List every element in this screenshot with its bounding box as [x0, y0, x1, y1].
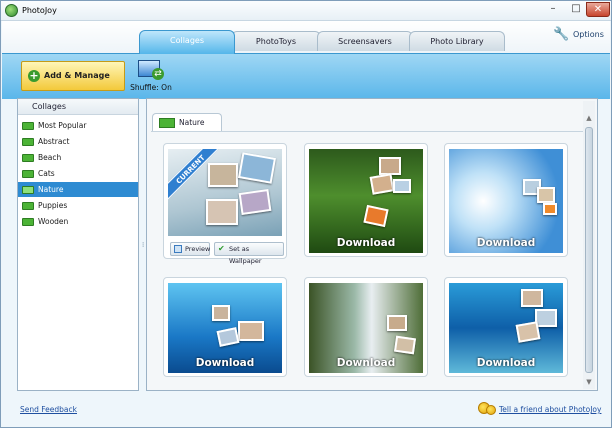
- folder-icon: [22, 122, 34, 130]
- vertical-scrollbar[interactable]: ▲ ▼: [583, 101, 595, 389]
- category-label: Wooden: [38, 217, 69, 226]
- folder-icon: [22, 218, 34, 226]
- category-item-nature[interactable]: Nature: [18, 182, 138, 197]
- options-label: Options: [573, 30, 604, 39]
- preview-button[interactable]: Preview: [170, 242, 210, 256]
- collage-card-waterfall[interactable]: Download: [304, 277, 428, 377]
- download-overlay[interactable]: Download: [449, 357, 563, 369]
- collage-card-sky[interactable]: Download: [444, 143, 568, 257]
- tab-phototoys[interactable]: PhotoToys: [231, 31, 321, 51]
- collage-thumbnail: Download: [449, 283, 563, 373]
- tab-collages[interactable]: Collages: [139, 30, 235, 54]
- title-bar: PhotoJoy – □ ✕: [1, 1, 611, 21]
- photo-frame: [535, 309, 557, 327]
- folder-icon: [22, 154, 34, 162]
- folder-icon: [22, 138, 34, 146]
- photo-frame: [521, 289, 543, 307]
- folder-open-icon: [22, 186, 34, 194]
- preview-icon: [174, 245, 182, 253]
- photo-frame: [363, 204, 389, 228]
- panel-splitter[interactable]: ⁞: [142, 241, 144, 249]
- category-label: Nature: [38, 185, 64, 194]
- shuffle-label: Shuffle: On: [130, 83, 172, 92]
- gallery-tab-label: Nature: [179, 118, 205, 127]
- photo-frame: [206, 199, 238, 225]
- photo-frame: [208, 163, 238, 187]
- scroll-up-arrow-icon[interactable]: ▲: [584, 113, 594, 123]
- app-window: PhotoJoy – □ ✕ 🔧 Options Collages PhotoTo…: [0, 0, 612, 428]
- tab-photo-library[interactable]: Photo Library: [409, 31, 505, 51]
- photo-frame: [543, 203, 557, 215]
- category-label: Beach: [38, 153, 62, 162]
- category-label: Puppies: [38, 201, 68, 210]
- checkmark-icon: ✔: [218, 244, 225, 253]
- photo-frame: [238, 152, 276, 184]
- window-title: PhotoJoy: [22, 6, 57, 15]
- download-overlay[interactable]: Download: [449, 237, 563, 249]
- category-item-abstract[interactable]: Abstract: [18, 134, 138, 149]
- collage-thumbnail: Download: [309, 283, 423, 373]
- collage-card-current[interactable]: CURRENT Preview ✔ Set as Wallpaper: [163, 143, 287, 265]
- minimize-button[interactable]: –: [541, 2, 565, 17]
- photo-frame: [369, 173, 395, 195]
- download-overlay[interactable]: Download: [168, 357, 282, 369]
- photo-frame: [216, 327, 240, 347]
- collage-thumbnail: Download: [168, 283, 282, 373]
- set-as-wallpaper-label: Set as Wallpaper: [229, 245, 262, 265]
- photojoy-app-icon: [5, 4, 18, 17]
- options-button[interactable]: 🔧 Options: [553, 25, 604, 45]
- preview-label: Preview: [185, 245, 211, 253]
- folder-icon: [22, 170, 34, 178]
- photo-frame: [537, 187, 555, 203]
- collage-card-ocean[interactable]: Download: [444, 277, 568, 377]
- folder-open-icon: [159, 118, 175, 128]
- wrench-icon: 🔧: [553, 26, 570, 42]
- category-label: Most Popular: [38, 121, 87, 130]
- plus-icon: +: [28, 69, 40, 82]
- close-button[interactable]: ✕: [586, 2, 610, 17]
- photo-frame: [393, 179, 411, 193]
- collage-card-forest[interactable]: Download: [304, 143, 428, 257]
- collage-gallery-panel: Nature ▲ ▼ CURRENT Preview ✔ Set as Wall…: [146, 98, 598, 391]
- photo-frame: [238, 321, 264, 341]
- photo-frame: [387, 315, 407, 331]
- tab-screensavers[interactable]: Screensavers: [317, 31, 413, 51]
- category-label: Cats: [38, 169, 55, 178]
- photo-frame: [393, 335, 417, 355]
- download-overlay[interactable]: Download: [309, 237, 423, 249]
- photo-frame: [238, 189, 272, 215]
- folder-icon: [22, 202, 34, 210]
- collage-card-underwater[interactable]: Download: [163, 277, 287, 377]
- send-feedback-link[interactable]: Send Feedback: [20, 405, 77, 414]
- category-item-puppies[interactable]: Puppies: [18, 198, 138, 213]
- maximize-button[interactable]: □: [564, 2, 588, 17]
- category-label: Abstract: [38, 137, 70, 146]
- tell-a-friend-link[interactable]: Tell a friend about PhotoJoy: [499, 405, 601, 414]
- add-manage-photos-button[interactable]: + Add & Manage Photos: [21, 61, 125, 108]
- gallery-tab-nature: Nature: [152, 113, 222, 131]
- category-panel-header: Collages: [18, 99, 138, 115]
- category-item-cats[interactable]: Cats: [18, 166, 138, 181]
- collage-thumbnail: CURRENT: [168, 149, 282, 236]
- photo-frame: [212, 305, 230, 321]
- set-as-wallpaper-button[interactable]: ✔ Set as Wallpaper: [214, 242, 284, 265]
- collage-category-panel: Collages Most Popular Abstract Beach Cat…: [17, 98, 139, 391]
- category-item-beach[interactable]: Beach: [18, 150, 138, 165]
- smiley-icon: [486, 405, 496, 415]
- collage-thumbnail: Download: [309, 149, 423, 253]
- collage-thumbnail: Download: [449, 149, 563, 253]
- category-item-most-popular[interactable]: Most Popular: [18, 118, 138, 133]
- scrollbar-thumb[interactable]: [585, 127, 593, 373]
- scroll-down-arrow-icon[interactable]: ▼: [584, 377, 594, 387]
- shuffle-arrows-icon: ⇄: [152, 68, 164, 80]
- photo-frame: [515, 321, 541, 343]
- shuffle-toggle[interactable]: ⇄ Shuffle: On: [130, 58, 172, 94]
- category-item-wooden[interactable]: Wooden: [18, 214, 138, 229]
- download-overlay[interactable]: Download: [309, 357, 423, 369]
